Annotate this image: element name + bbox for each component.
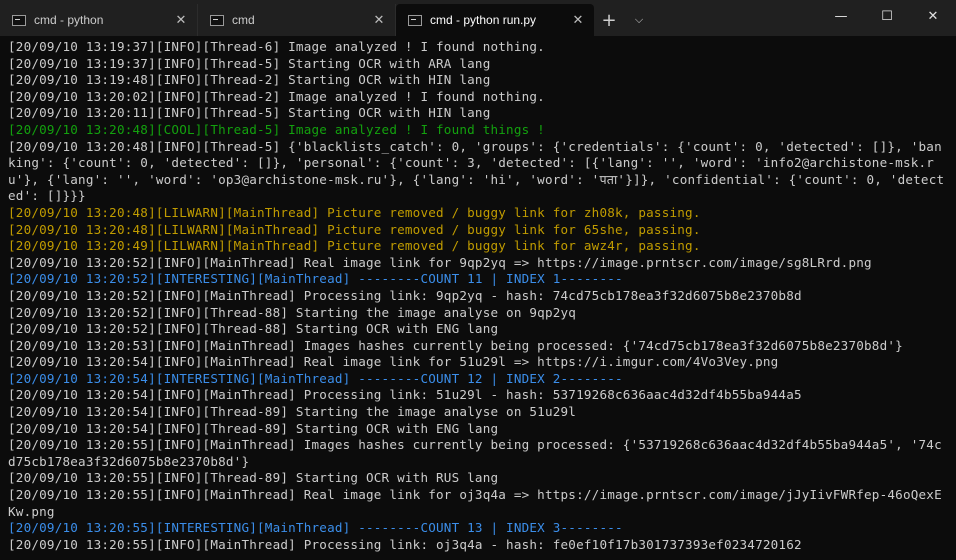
log-line: [20/09/10 13:20:52][INFO][Thread-88] Sta… <box>8 321 499 337</box>
log-line: [20/09/10 13:20:55][INTERESTING][MainThr… <box>8 520 623 536</box>
log-line: [20/09/10 13:20:54][INFO][Thread-89] Sta… <box>8 420 499 436</box>
log-line: [20/09/10 13:20:02][INFO][Thread-2] Imag… <box>8 88 545 104</box>
log-line: [20/09/10 13:20:52][INTERESTING][MainThr… <box>8 271 623 287</box>
maximize-button[interactable]: ☐ <box>864 0 910 32</box>
log-line: [20/09/10 13:20:52][INFO][Thread-88] Sta… <box>8 304 577 320</box>
chevron-down-icon[interactable]: ⌵ <box>624 4 654 36</box>
close-button[interactable]: ✕ <box>910 0 956 32</box>
log-line: [20/09/10 13:20:55][INFO][Thread-89] Sta… <box>8 470 499 486</box>
tab-close-icon[interactable]: ✕ <box>371 12 387 28</box>
title-bar: cmd - python ✕ cmd ✕ cmd - python run.py… <box>0 0 956 36</box>
log-line: [20/09/10 13:20:52][INFO][MainThread] Re… <box>8 254 872 270</box>
tab-cmd-python-run[interactable]: cmd - python run.py ✕ <box>396 4 594 36</box>
log-line: [20/09/10 13:20:11][INFO][Thread-5] Star… <box>8 105 491 121</box>
log-line: [20/09/10 13:19:48][INFO][Thread-2] Star… <box>8 72 491 88</box>
log-line: [20/09/10 13:20:54][INFO][MainThread] Re… <box>8 354 779 370</box>
log-line: [20/09/10 13:19:37][INFO][Thread-5] Star… <box>8 55 491 71</box>
tab-cmd[interactable]: cmd ✕ <box>198 4 396 36</box>
tab-title: cmd - python <box>34 13 104 27</box>
log-line: [20/09/10 13:20:54][INTERESTING][MainThr… <box>8 370 623 386</box>
tab-close-icon[interactable]: ✕ <box>570 12 586 28</box>
log-line: [20/09/10 13:20:49][LILWARN][MainThread]… <box>8 238 701 254</box>
console-icon <box>408 14 422 26</box>
log-line: [20/09/10 13:19:37][INFO][Thread-6] Imag… <box>8 39 545 54</box>
console-icon <box>12 14 26 26</box>
window-controls: — ☐ ✕ <box>818 0 956 32</box>
log-line: [20/09/10 13:20:55][INFO][MainThread] Re… <box>8 487 942 519</box>
log-line: [20/09/10 13:20:53][INFO][MainThread] Im… <box>8 337 903 353</box>
console-icon <box>210 14 224 26</box>
log-line: [20/09/10 13:20:54][INFO][MainThread] Pr… <box>8 387 802 403</box>
log-line: [20/09/10 13:20:48][LILWARN][MainThread]… <box>8 204 701 220</box>
minimize-button[interactable]: — <box>818 0 864 32</box>
new-tab-button[interactable]: + <box>594 4 624 36</box>
log-line: [20/09/10 13:20:55][INFO][MainThread] Im… <box>8 437 942 469</box>
tab-close-icon[interactable]: ✕ <box>173 12 189 28</box>
log-line: [20/09/10 13:20:55][INFO][MainThread] Pr… <box>8 536 802 552</box>
tab-cmd-python[interactable]: cmd - python ✕ <box>0 4 198 36</box>
tab-title: cmd - python run.py <box>430 13 537 27</box>
log-line: [20/09/10 13:20:54][INFO][Thread-89] Sta… <box>8 404 577 420</box>
console-output[interactable]: [20/09/10 13:19:37][INFO][Thread-6] Imag… <box>0 36 956 560</box>
log-line: [20/09/10 13:20:52][INFO][MainThread] Pr… <box>8 287 802 303</box>
log-line: [20/09/10 13:20:48][LILWARN][MainThread]… <box>8 221 701 237</box>
tab-title: cmd <box>232 13 255 27</box>
log-line: [20/09/10 13:20:48][INFO][Thread-5] {'bl… <box>8 138 945 204</box>
log-line: [20/09/10 13:20:48][COOL][Thread-5] Imag… <box>8 121 545 137</box>
